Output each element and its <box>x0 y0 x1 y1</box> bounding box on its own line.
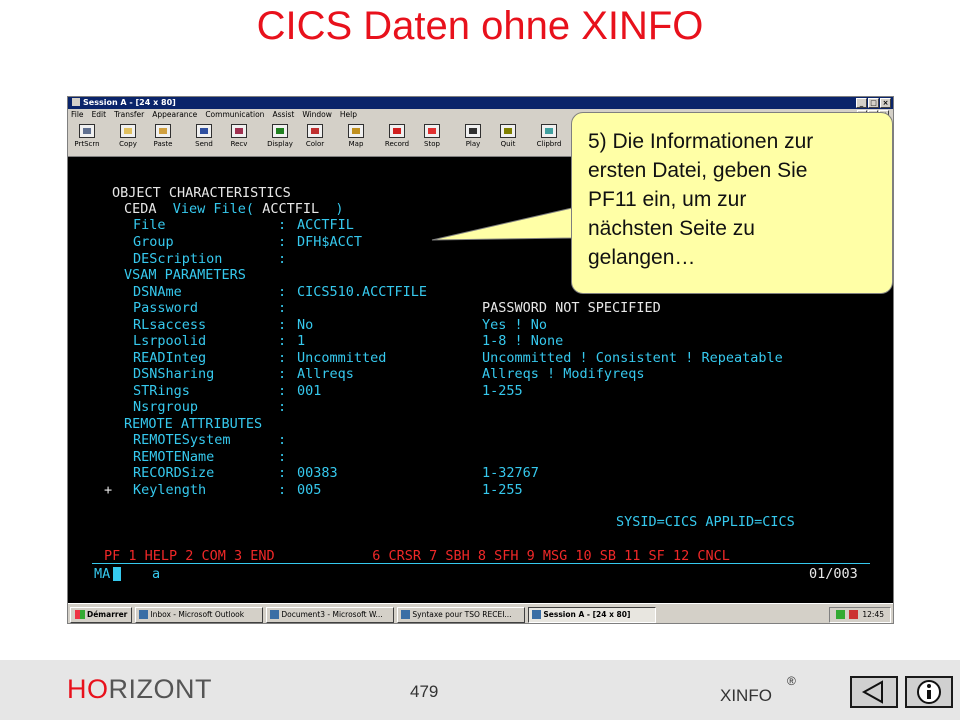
callout-text: 5) Die Informationen zur ersten Datei, g… <box>588 130 814 269</box>
callout-box: 5) Die Informationen zur ersten Datei, g… <box>571 112 893 294</box>
callout-pointer <box>431 207 575 241</box>
